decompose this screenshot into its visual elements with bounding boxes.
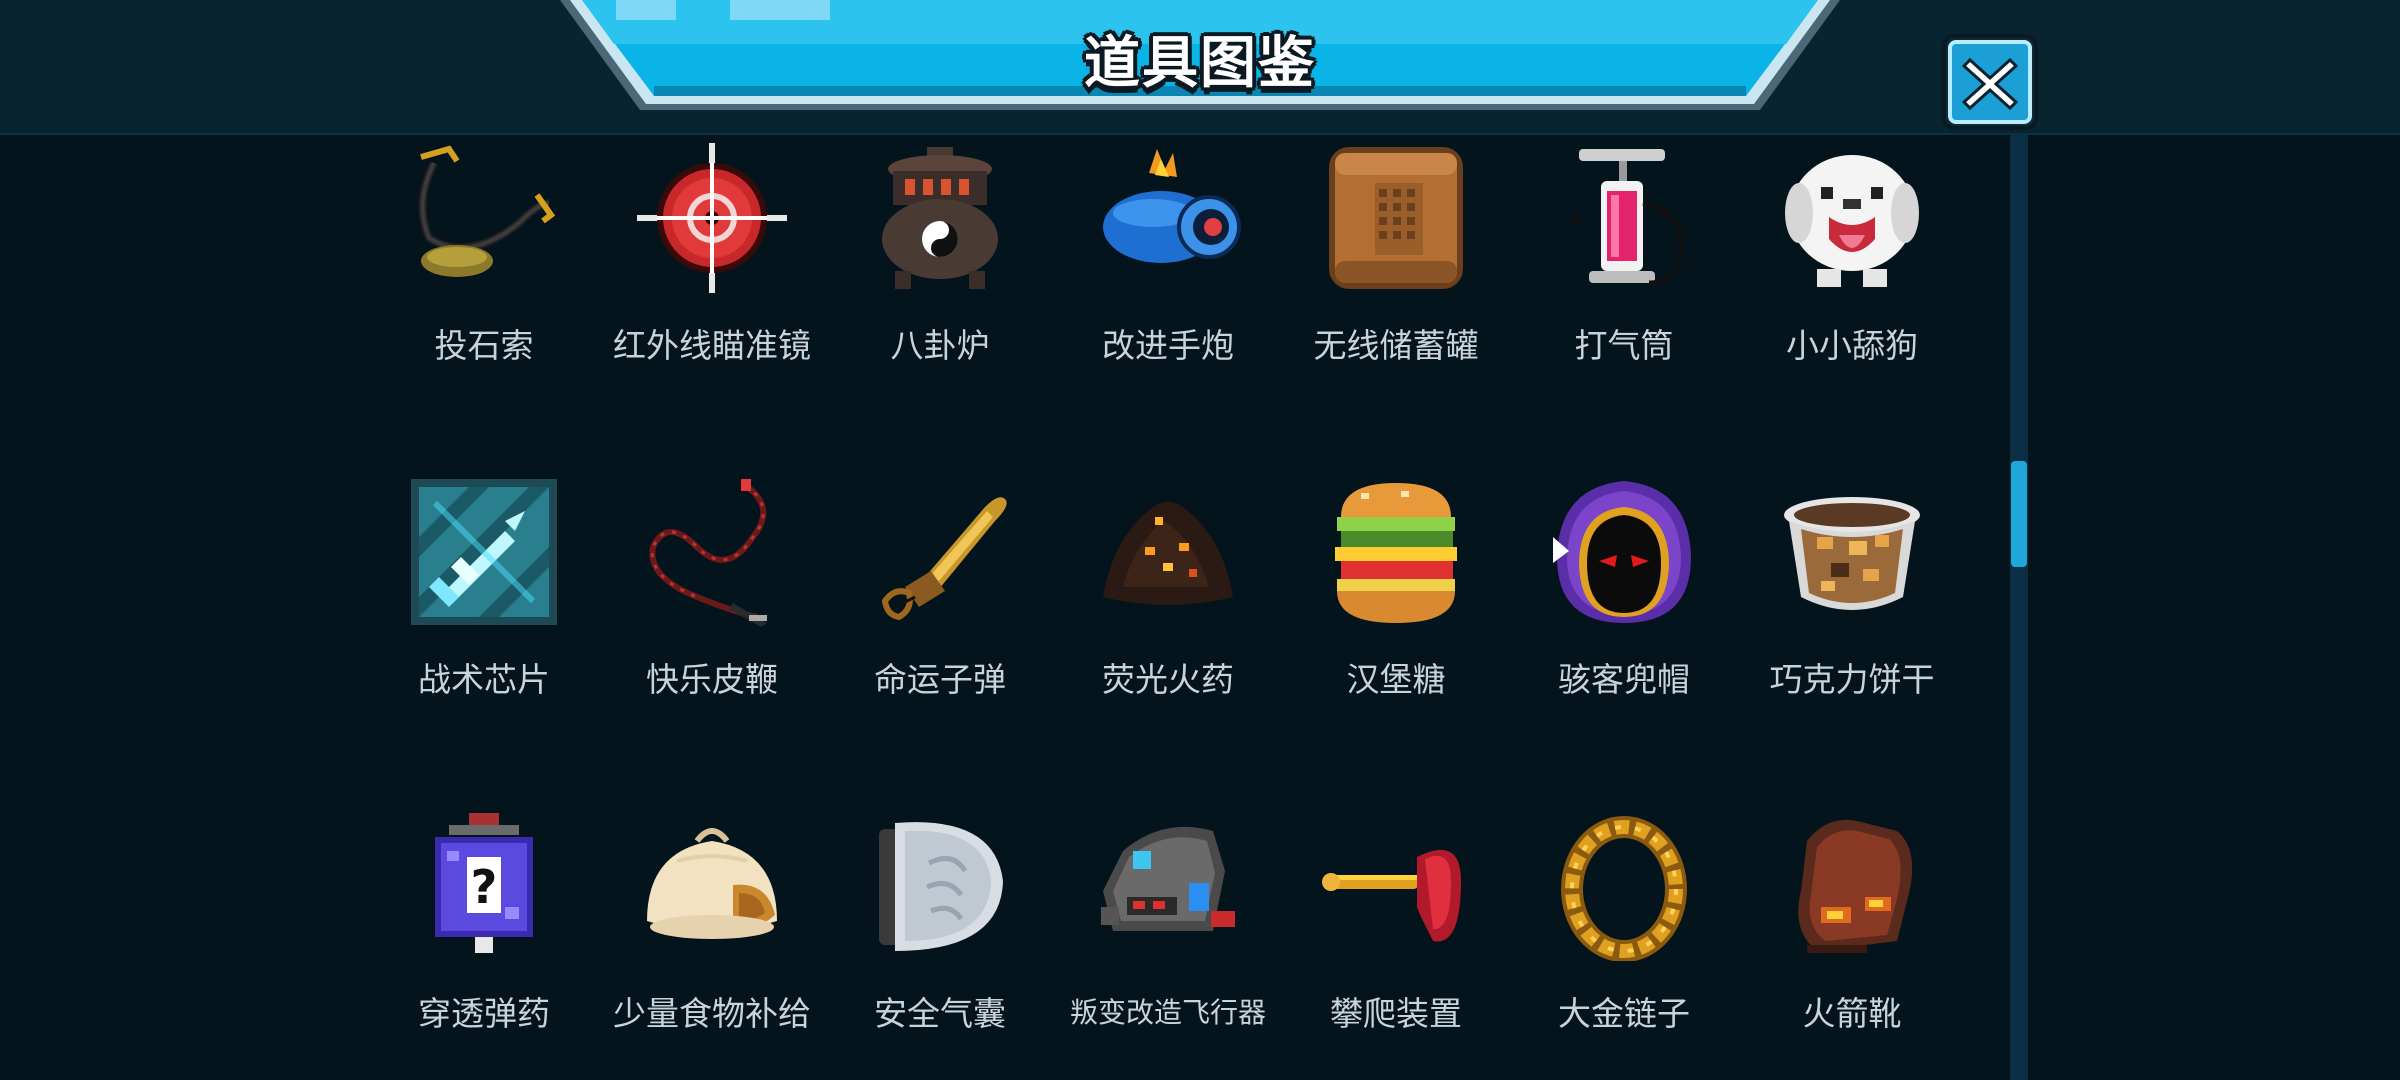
- item-card[interactable]: 小小舔狗: [1738, 143, 1950, 403]
- item-label: 火箭靴: [1802, 994, 1902, 1033]
- item-card[interactable]: 少量食物补给: [598, 811, 826, 1071]
- battery-can-icon: [1329, 147, 1463, 289]
- item-card[interactable]: 攀爬装置: [1282, 811, 1510, 1071]
- tactical-chip-icon: [411, 479, 557, 625]
- item-card[interactable]: 红外线瞄准镜: [598, 143, 826, 403]
- item-card[interactable]: 战术芯片: [370, 477, 598, 737]
- air-pump-icon: [1571, 149, 1684, 286]
- scrollbar-thumb[interactable]: [2011, 460, 2027, 567]
- item-card[interactable]: 荧光火药: [1054, 477, 1282, 737]
- item-encyclopedia-screen: 道具图鉴 投石索 红外线瞄准镜 八卦炉 改进手炮 无线储蓄罐 打气筒 小小舔狗 …: [0, 0, 2400, 1080]
- item-card[interactable]: 快乐皮鞭: [598, 477, 826, 737]
- item-card[interactable]: 大金链子: [1510, 811, 1738, 1071]
- hacker-hood-icon: [1553, 481, 1691, 623]
- item-card[interactable]: 巧克力饼干: [1738, 477, 1950, 737]
- close-button[interactable]: [1942, 34, 2038, 130]
- bagua-furnace-icon: [882, 147, 998, 289]
- item-card[interactable]: 汉堡糖: [1282, 477, 1510, 737]
- burger-icon: [1335, 483, 1457, 623]
- page-title: 道具图鉴: [1084, 31, 1316, 96]
- item-card[interactable]: 改进手炮: [1054, 143, 1282, 403]
- bun-icon: [647, 828, 777, 939]
- item-card[interactable]: 安全气囊: [826, 811, 1054, 1071]
- scrollbar-track[interactable]: [2010, 133, 2028, 1080]
- rocket-boots-icon: [1798, 819, 1913, 953]
- title-banner: 道具图鉴: [560, 0, 1840, 110]
- item-card[interactable]: 无线储蓄罐: [1282, 143, 1510, 403]
- ammo-box-icon: ?: [435, 813, 533, 953]
- item-card[interactable]: 骇客兜帽: [1510, 477, 1738, 737]
- sling-icon: [418, 145, 556, 277]
- svg-text:?: ?: [471, 860, 498, 914]
- whip-icon: [649, 479, 767, 627]
- item-card[interactable]: 火箭靴: [1738, 811, 1950, 1071]
- plunger-icon: [1322, 849, 1461, 942]
- choco-cookie-icon: [1784, 497, 1920, 610]
- close-icon: [1942, 34, 2038, 130]
- drone-icon: [1101, 826, 1235, 931]
- bullet-icon: [881, 497, 1007, 621]
- item-label: 巧克力饼干: [1769, 660, 1935, 699]
- item-card[interactable]: 打气筒: [1510, 143, 1738, 403]
- puppy-icon: [1785, 155, 1919, 287]
- item-card[interactable]: 八卦炉: [826, 143, 1054, 403]
- item-label: 小小舔狗: [1786, 326, 1918, 365]
- item-grid: 投石索 红外线瞄准镜 八卦炉 改进手炮 无线储蓄罐 打气筒 小小舔狗 战术芯片 …: [370, 133, 1950, 1080]
- item-card[interactable]: ? 穿透弹药: [370, 811, 598, 1071]
- red-scope-icon: [637, 143, 787, 293]
- item-card[interactable]: 叛变改造飞行器: [1054, 811, 1282, 1071]
- hand-cannon-icon: [1103, 149, 1241, 263]
- item-card[interactable]: 命运子弹: [826, 477, 1054, 737]
- item-card[interactable]: 投石索: [370, 143, 598, 403]
- gunpowder-icon: [1103, 502, 1233, 605]
- airbag-icon: [879, 822, 1003, 951]
- gold-chain-icon: [1561, 816, 1687, 961]
